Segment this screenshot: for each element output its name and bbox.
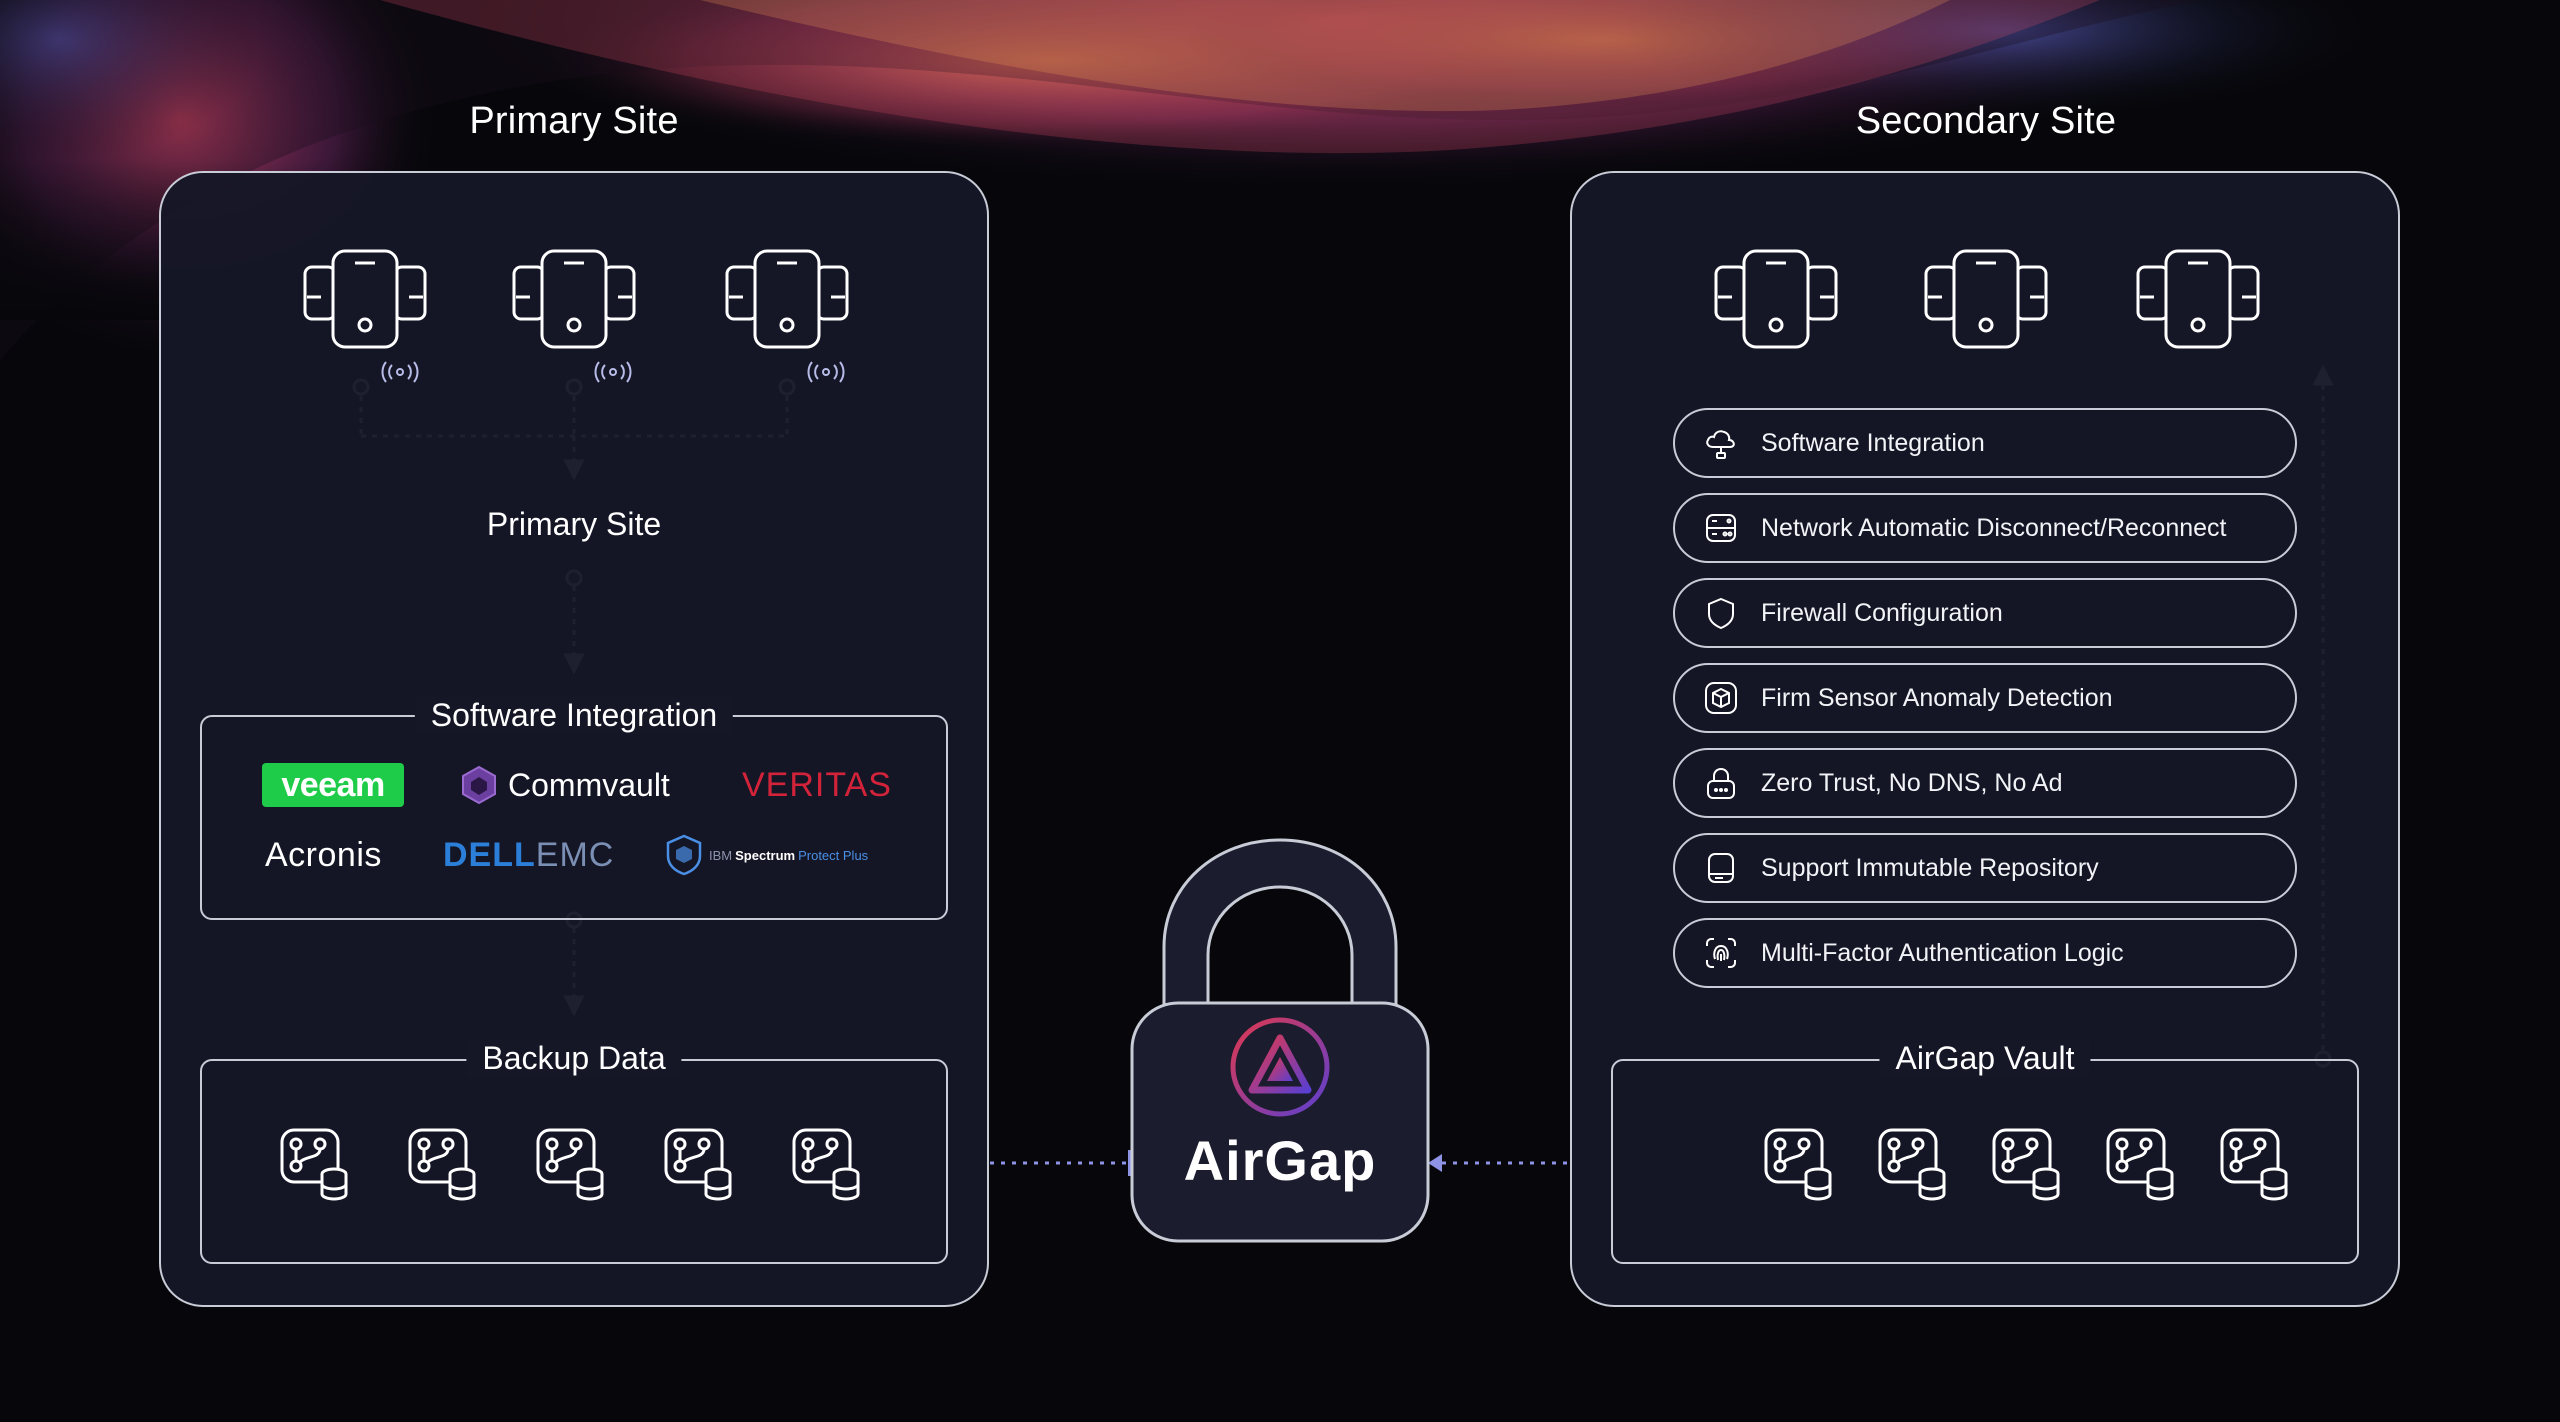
database-branch-icon — [2106, 1128, 2174, 1201]
feature-pill-immutable-repository: Support Immutable Repository — [1673, 833, 2297, 903]
feature-label: Multi-Factor Authentication Logic — [1761, 938, 2124, 967]
commvault-wordmark: Commvault — [508, 766, 670, 803]
backup-data-title: Backup Data — [466, 1040, 682, 1077]
tablet-cluster-icon — [725, 249, 849, 349]
database-branch-icon — [280, 1128, 348, 1201]
tablet-cluster-icon — [1714, 249, 1838, 349]
database-branch-icon — [1992, 1128, 2060, 1201]
feature-pill-software-integration: Software Integration — [1673, 408, 2297, 478]
feature-pill-network-disconnect: Network Automatic Disconnect/Reconnect — [1673, 493, 2297, 563]
commvault-logo: Commvault — [460, 763, 670, 807]
acronis-logo: Acronis — [265, 836, 382, 874]
feature-pill-anomaly-detection: Firm Sensor Anomaly Detection — [1673, 663, 2297, 733]
commvault-mark-icon — [462, 765, 496, 805]
database-branch-icon — [664, 1128, 732, 1201]
dell-emc-logo: DELLEMC — [443, 836, 614, 875]
feature-pill-firewall: Firewall Configuration — [1673, 578, 2297, 648]
ibm-shield-icon — [666, 834, 702, 876]
database-branch-icon — [536, 1128, 604, 1201]
database-branch-icon — [1878, 1128, 1946, 1201]
ibm-spectrum: Spectrum — [735, 847, 796, 863]
feature-label: Firewall Configuration — [1761, 598, 2003, 627]
feature-label: Support Immutable Repository — [1761, 853, 2099, 882]
cloud-plug-icon — [1706, 430, 1735, 459]
primary-site-node-label: Primary Site — [486, 506, 662, 542]
database-branch-icon — [792, 1128, 860, 1201]
lock-icon — [1707, 767, 1735, 799]
veeam-logo: veeam — [262, 763, 404, 807]
wireless-signal-icon — [381, 361, 419, 383]
wireless-signal-icon — [594, 361, 632, 383]
primary-site-title: Primary Site — [469, 100, 679, 142]
tablet-cluster-icon — [303, 249, 427, 349]
fingerprint-icon — [1706, 938, 1736, 968]
database-branch-icon — [408, 1128, 476, 1201]
diagram-root: Primary Site Secondary Site Primary Site… — [0, 0, 2560, 1422]
emc-wordmark: EMC — [535, 836, 615, 874]
dell-wordmark: DELL — [443, 836, 536, 874]
feature-label: Firm Sensor Anomaly Detection — [1761, 683, 2113, 712]
feature-label: Software Integration — [1761, 428, 1985, 457]
tablet-cluster-icon — [512, 249, 636, 349]
secondary-to-lock-connector — [1424, 1150, 1570, 1176]
feature-label: Network Automatic Disconnect/Reconnect — [1761, 513, 2227, 542]
feature-label: Zero Trust, No DNS, No Ad — [1761, 768, 2063, 797]
cube-box-icon — [1705, 682, 1737, 714]
secondary-site-title: Secondary Site — [1855, 100, 2117, 142]
database-branch-icon — [1764, 1128, 1832, 1201]
airgap-brand-wordmark: AirGap — [1183, 1129, 1377, 1192]
server-network-icon — [1706, 514, 1736, 542]
ibm-spectrum-logo: IBM Spectrum Protect Plus — [665, 834, 868, 876]
ibm-product: Protect Plus — [798, 847, 869, 863]
software-integration-box — [200, 715, 948, 920]
tablet-cluster-icon — [1924, 249, 2048, 349]
wireless-signal-icon — [807, 361, 845, 383]
tablet-cluster-icon — [2136, 249, 2260, 349]
database-branch-icon — [2220, 1128, 2288, 1201]
primary-to-lock-connector — [990, 1150, 1132, 1176]
airgap-vault-title: AirGap Vault — [1879, 1040, 2091, 1077]
ibm-prefix: IBM — [709, 847, 733, 863]
veritas-logo: VERITAS — [742, 766, 892, 804]
feature-pill-zero-trust: Zero Trust, No DNS, No Ad — [1673, 748, 2297, 818]
software-integration-title: Software Integration — [414, 697, 734, 734]
shield-icon — [1708, 597, 1734, 630]
feature-pill-mfa-logic: Multi-Factor Authentication Logic — [1673, 918, 2297, 988]
storage-drive-icon — [1708, 853, 1734, 883]
